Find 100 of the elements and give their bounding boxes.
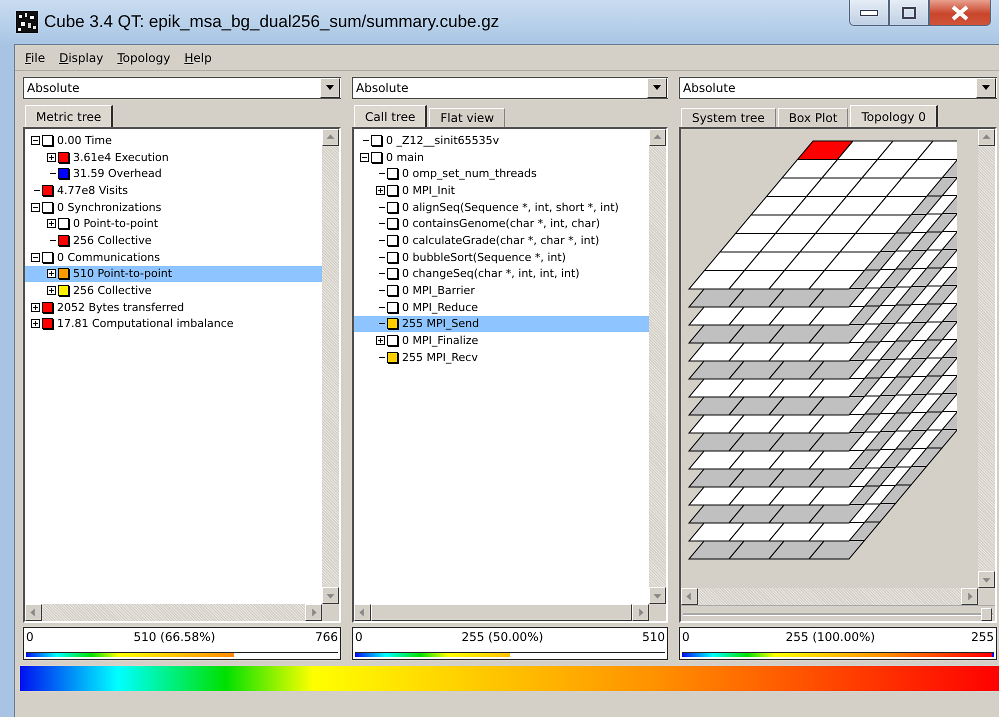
menu-item[interactable]: Topology	[117, 51, 170, 65]
tab[interactable]: System tree	[681, 108, 776, 127]
expand-icon[interactable]	[31, 319, 40, 328]
expand-icon[interactable]	[47, 286, 56, 296]
scroll-up-button[interactable]	[978, 129, 995, 146]
scale-max: 255	[971, 630, 994, 646]
scroll-left-button[interactable]	[681, 588, 698, 605]
scroll-down-button[interactable]	[649, 587, 666, 604]
collapse-icon[interactable]	[360, 152, 369, 162]
tree-item[interactable]: 0 bubbleSort(Sequence *, int)	[354, 248, 649, 266]
scrollbar-corner	[649, 604, 666, 621]
scrollbar-corner	[322, 604, 339, 621]
scroll-right-button[interactable]	[305, 604, 322, 621]
tree-item[interactable]: 255 MPI_Recv	[354, 348, 649, 366]
expand-icon[interactable]	[47, 152, 56, 162]
tree-item[interactable]: 0.00 Time	[25, 132, 322, 149]
scroll-down-button[interactable]	[978, 571, 995, 588]
scale-min: 0	[26, 630, 34, 646]
zoom-slider[interactable]	[681, 605, 995, 621]
tree-item[interactable]: 0 MPI_Reduce	[354, 298, 649, 316]
close-icon	[951, 4, 969, 20]
dropdown-arrow-icon	[325, 85, 335, 91]
down-arrow-icon	[326, 594, 334, 599]
expand-icon[interactable]	[376, 186, 385, 195]
tree-item[interactable]: 0 changeSeq(char *, int, int, int)	[354, 266, 649, 282]
expand-icon[interactable]	[47, 269, 56, 278]
scroll-right-button[interactable]	[632, 604, 649, 621]
left-arrow-icon	[686, 592, 691, 600]
dropdown-arrow-icon	[981, 85, 991, 91]
scroll-left-button[interactable]	[354, 604, 371, 621]
collapse-icon[interactable]	[31, 252, 40, 262]
tree-item[interactable]: 0 Communications	[25, 248, 322, 266]
right-arrow-icon	[312, 608, 317, 616]
menu-item[interactable]: File	[25, 51, 46, 65]
vertical-scrollbar[interactable]	[649, 129, 666, 604]
expand-icon[interactable]	[47, 219, 56, 228]
scroll-right-button[interactable]	[961, 588, 978, 605]
tab[interactable]: Topology 0	[850, 105, 938, 127]
tree-item[interactable]: 0 calculateGrade(char *, char *, int)	[354, 232, 649, 249]
tree-item[interactable]: 0 MPI_Barrier	[354, 282, 649, 299]
tab[interactable]: Flat view	[429, 108, 506, 127]
tree-item[interactable]: 0 MPI_Init	[354, 182, 649, 199]
up-arrow-icon	[654, 134, 662, 139]
scale-value: 510 (66.58%)	[133, 630, 216, 646]
left-arrow-icon	[30, 608, 35, 616]
tree-item[interactable]: 0 main	[354, 148, 649, 166]
horizontal-scrollbar[interactable]	[25, 604, 322, 621]
scroll-down-button[interactable]	[322, 587, 339, 604]
menu-item[interactable]: Display	[59, 51, 104, 65]
down-arrow-icon	[654, 594, 662, 599]
collapse-icon[interactable]	[31, 136, 40, 145]
left-arrow-icon	[359, 608, 364, 616]
tree-item[interactable]: 256 Collective	[25, 282, 322, 299]
mode-dropdown[interactable]: Absolute	[679, 77, 997, 99]
scroll-left-button[interactable]	[25, 604, 42, 621]
tab[interactable]: Call tree	[354, 105, 428, 127]
vertical-scrollbar[interactable]	[322, 129, 339, 604]
scale-min: 0	[355, 630, 363, 646]
expand-icon[interactable]	[376, 336, 385, 346]
tab[interactable]: Box Plot	[778, 108, 848, 127]
minimize-icon	[860, 10, 878, 16]
vertical-scrollbar[interactable]	[978, 129, 995, 588]
tree-item[interactable]: 17.81 Computational imbalance	[25, 316, 322, 332]
scale-value: 255 (100.00%)	[786, 630, 876, 646]
tree-item[interactable]: 0 alignSeq(Sequence *, int, short *, int)	[354, 198, 649, 216]
tab[interactable]: Metric tree	[25, 105, 114, 127]
horizontal-scrollbar[interactable]	[681, 588, 978, 605]
dropdown-arrow-icon	[652, 85, 662, 91]
maximize-button[interactable]	[889, 0, 929, 26]
up-arrow-icon	[326, 134, 334, 139]
tree-item[interactable]: 31.59 Overhead	[25, 165, 322, 182]
maximize-icon	[902, 6, 916, 18]
minimize-button[interactable]	[849, 0, 889, 26]
tree-item[interactable]: 0 containsGenome(char *, int, char)	[354, 215, 649, 232]
scroll-up-button[interactable]	[322, 129, 339, 146]
right-arrow-icon	[968, 592, 973, 600]
tree-item[interactable]: 4.77e8 Visits	[25, 182, 322, 199]
tree-item[interactable]: 255 MPI_Send	[354, 316, 649, 332]
right-arrow-icon	[639, 608, 644, 616]
tree-item[interactable]: 0 Synchronizations	[25, 198, 322, 216]
tree-item[interactable]: 2052 Bytes transferred	[25, 298, 322, 316]
down-arrow-icon	[982, 578, 990, 583]
tree-item[interactable]: 510 Point-to-point	[25, 266, 322, 282]
tree-item[interactable]: 256 Collective	[25, 232, 322, 249]
mode-dropdown[interactable]: Absolute	[352, 77, 668, 99]
tree-item[interactable]: 0 _Z12__sinit65535v	[354, 132, 649, 149]
tree-item[interactable]: 0 Point-to-point	[25, 215, 322, 232]
tree-item[interactable]: 3.61e4 Execution	[25, 148, 322, 166]
tree-item[interactable]: 0 MPI_Finalize	[354, 332, 649, 349]
app-icon	[16, 11, 38, 33]
scroll-up-button[interactable]	[649, 129, 666, 146]
slider-thumb[interactable]	[980, 608, 992, 621]
menu-item[interactable]: Help	[184, 51, 212, 65]
scale-value: 255 (50.00%)	[461, 630, 544, 646]
expand-icon[interactable]	[31, 302, 40, 312]
mode-dropdown[interactable]: Absolute	[23, 77, 341, 99]
tree-item[interactable]: 0 omp_set_num_threads	[354, 165, 649, 182]
close-button[interactable]	[929, 0, 991, 26]
collapse-icon[interactable]	[31, 202, 40, 212]
window-title: Cube 3.4 QT: epik_msa_bg_dual256_sum/summary.cube.gz	[44, 12, 500, 32]
